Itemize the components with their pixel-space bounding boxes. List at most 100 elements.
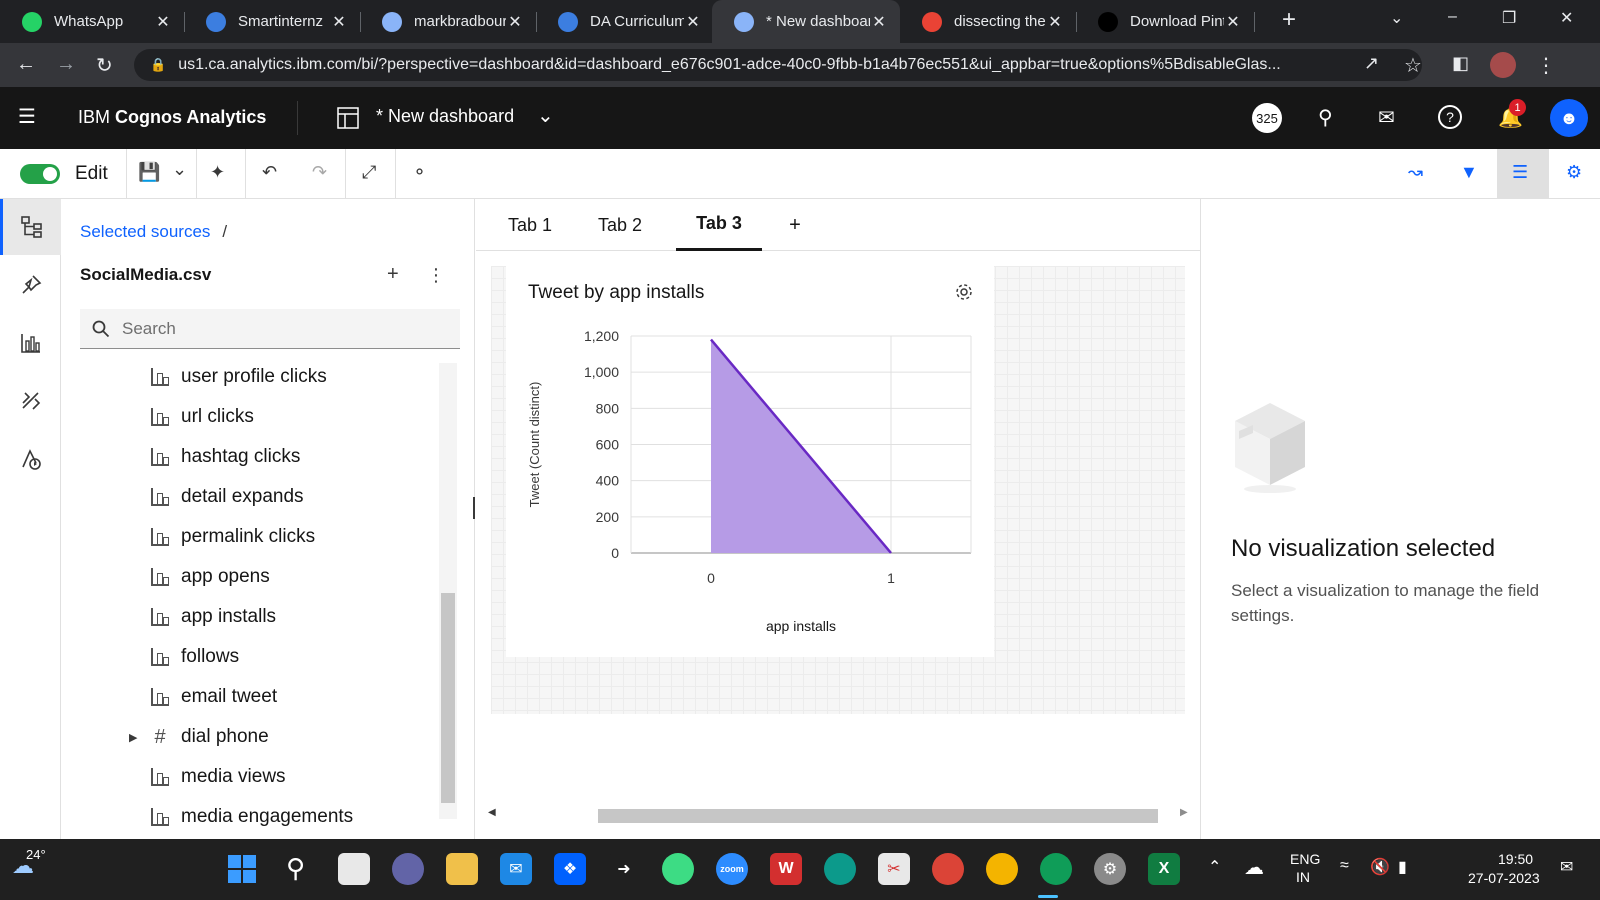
browser-tab[interactable]: markbradbourn ✕ [360, 0, 537, 43]
task-view-icon[interactable] [338, 853, 370, 885]
expand-caret-icon[interactable]: ▶ [129, 731, 137, 744]
sources-icon[interactable] [0, 199, 61, 255]
tab-1[interactable]: Tab 1 [498, 199, 562, 251]
bookmark-star-icon[interactable]: ☆ [1404, 53, 1422, 78]
search-input[interactable] [122, 318, 442, 339]
side-panel-icon[interactable]: ◧ [1452, 53, 1469, 74]
help-icon[interactable]: ? [1438, 105, 1462, 129]
list-item[interactable]: user profile clicks [151, 357, 327, 397]
close-tab-icon[interactable]: ✕ [1224, 12, 1242, 32]
close-tab-icon[interactable]: ✕ [684, 12, 702, 32]
save-icon[interactable]: 💾 [138, 162, 160, 183]
snipping-tool-icon[interactable]: ✂ [878, 853, 910, 885]
fields-icon[interactable]: ☰ [1512, 162, 1528, 183]
share-icon[interactable]: ✦ [210, 162, 225, 183]
pin-icon[interactable] [0, 257, 61, 313]
widgets-icon[interactable] [0, 373, 61, 429]
assistant-icon[interactable] [0, 431, 61, 487]
reload-icon[interactable]: ↻ [96, 53, 113, 78]
list-item[interactable]: ▶ # dial phone [129, 717, 269, 757]
browser-tab[interactable]: DA Curriculum ✕ [536, 0, 714, 43]
tab-3[interactable]: Tab 3 [676, 199, 762, 251]
browser-tab[interactable]: dissecting the ✕ [900, 0, 1077, 43]
wps-office-icon[interactable]: W [770, 853, 802, 885]
list-item[interactable]: follows [151, 637, 239, 677]
bolt-app-icon[interactable]: ➜ [608, 853, 640, 885]
list-item[interactable]: hashtag clicks [151, 437, 300, 477]
restore-icon[interactable]: ❐ [1502, 8, 1516, 28]
onedrive-icon[interactable]: ☁ [1244, 855, 1264, 880]
close-tab-icon[interactable]: ✕ [154, 12, 172, 32]
overflow-menu-icon[interactable]: ⋮ [427, 265, 445, 286]
close-window-icon[interactable]: ✕ [1560, 8, 1573, 28]
chart-widget[interactable]: Tweet by app installs 0 200 400 600 800 1,000… [506, 266, 994, 657]
new-tab-button[interactable]: + [1282, 6, 1296, 34]
chrome-icon[interactable] [932, 853, 964, 885]
close-tab-icon[interactable]: ✕ [330, 12, 348, 32]
notification-center-icon[interactable]: ✉ [1560, 857, 1573, 877]
scrollbar-thumb[interactable] [441, 593, 455, 803]
chrome-icon[interactable] [986, 853, 1018, 885]
add-tab-button[interactable]: + [780, 199, 810, 251]
language-code[interactable]: ENG [1290, 851, 1320, 867]
file-explorer-icon[interactable] [446, 853, 478, 885]
battery-icon[interactable]: ▮ [1398, 857, 1407, 877]
android-studio-icon[interactable] [662, 853, 694, 885]
browser-tab[interactable]: Download Pint ✕ [1076, 0, 1255, 43]
list-item[interactable]: url clicks [151, 397, 254, 437]
scroll-right-icon[interactable]: ▶ [1180, 807, 1188, 818]
list-item[interactable]: app installs [151, 597, 276, 637]
zoom-icon[interactable]: zoom [716, 853, 748, 885]
field-list-scrollbar[interactable] [439, 363, 457, 819]
properties-icon[interactable]: ⚙ [1566, 162, 1582, 183]
list-item[interactable]: email tweet [151, 677, 277, 717]
settings-icon[interactable]: ⚙ [1094, 853, 1126, 885]
fullscreen-icon[interactable]: ⤢ [362, 162, 376, 183]
browser-tab[interactable]: WhatsApp ✕ [0, 0, 185, 43]
undo-icon[interactable]: ↶ [262, 162, 277, 183]
edit-toggle[interactable] [20, 164, 60, 184]
dashboard-title[interactable]: * New dashboard [376, 106, 514, 127]
list-item[interactable]: permalink clicks [151, 517, 315, 557]
minimize-icon[interactable]: – [1448, 8, 1457, 26]
tab-2[interactable]: Tab 2 [588, 199, 652, 251]
share-icon[interactable]: ↗ [1364, 53, 1379, 74]
canvas-horizontal-scrollbar[interactable]: ◀ ▶ [488, 807, 1188, 823]
close-tab-icon[interactable]: ✕ [870, 12, 888, 32]
dropbox-icon[interactable]: ❖ [554, 853, 586, 885]
tab-search-icon[interactable]: ⌄ [1390, 8, 1403, 28]
tray-chevron-up-icon[interactable]: ⌃ [1208, 857, 1221, 877]
add-source-icon[interactable]: + [387, 263, 399, 286]
wifi-icon[interactable]: ≈ [1340, 857, 1349, 875]
close-tab-icon[interactable]: ✕ [1046, 12, 1064, 32]
scrollbar-thumb[interactable] [598, 809, 1158, 823]
browser-menu-icon[interactable]: ⋮ [1536, 53, 1556, 78]
speaker-muted-icon[interactable]: 🔇 [1370, 857, 1390, 877]
chrome-icon[interactable] [1040, 853, 1072, 885]
search-icon[interactable]: ⚲ [1318, 105, 1333, 130]
clock-time[interactable]: 19:50 [1498, 851, 1533, 867]
edge-icon[interactable] [824, 853, 856, 885]
mail-icon[interactable]: ✉ [500, 853, 532, 885]
chevron-down-icon[interactable]: ⌄ [537, 103, 554, 128]
filter-icon[interactable]: ▼ [1460, 162, 1478, 183]
redo-icon[interactable]: ↷ [312, 162, 327, 183]
drill-icon[interactable]: ⚬ [412, 162, 427, 183]
visualizations-icon[interactable] [0, 315, 61, 371]
breadcrumb-selected-sources[interactable]: Selected sources [80, 222, 210, 241]
chat-icon[interactable]: ✉ [1378, 105, 1395, 130]
counter-badge[interactable]: 325 [1252, 103, 1282, 133]
hamburger-menu-icon[interactable]: ☰ [18, 104, 36, 129]
list-item[interactable]: detail expands [151, 477, 304, 517]
scroll-left-icon[interactable]: ◀ [488, 807, 496, 818]
browser-tab[interactable]: Smartinternz ✕ [184, 0, 361, 43]
list-item[interactable]: app opens [151, 557, 270, 597]
list-item[interactable]: media views [151, 757, 286, 797]
start-icon[interactable] [228, 855, 256, 883]
back-icon[interactable]: ← [16, 53, 36, 76]
list-item[interactable]: media engagements [151, 797, 353, 837]
address-bar[interactable]: 🔒 us1.ca.analytics.ibm.com/bi/?perspecti… [134, 49, 1422, 81]
search-icon[interactable]: ⚲ [286, 853, 305, 884]
forward-icon[interactable]: → [56, 53, 76, 76]
user-avatar-icon[interactable]: ☻ [1550, 99, 1588, 137]
